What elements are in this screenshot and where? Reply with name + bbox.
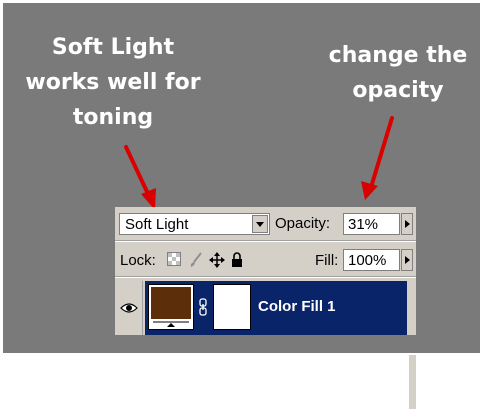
layers-panel: Soft Light Opacity: 31% Lock: Fill: 100%…: [115, 207, 416, 409]
layer-selected-body[interactable]: Color Fill 1: [145, 281, 407, 335]
lock-move-icon[interactable]: [209, 252, 225, 268]
visibility-toggle[interactable]: [115, 281, 143, 335]
lock-paint-icon[interactable]: [189, 252, 205, 268]
right-arrow: [361, 116, 394, 200]
layer-name[interactable]: Color Fill 1: [258, 298, 336, 315]
fill-label: Fill:: [315, 252, 339, 269]
layer-mask-thumbnail[interactable]: [213, 284, 251, 330]
blend-mode-value: Soft Light: [125, 216, 189, 233]
fill-value: 100%: [348, 252, 387, 269]
lock-all-icon[interactable]: [231, 252, 247, 268]
panel-edge: [409, 355, 416, 409]
opacity-value: 31%: [348, 216, 379, 233]
color-swatch: [151, 287, 191, 319]
fill-input[interactable]: 100%: [343, 249, 400, 271]
lock-fill-row: Lock: Fill: 100%: [115, 243, 416, 279]
lock-transparency-icon[interactable]: [167, 252, 183, 268]
opacity-label: Opacity:: [275, 215, 331, 232]
blend-opacity-row: Soft Light Opacity: 31%: [115, 207, 416, 243]
lock-label: Lock:: [120, 252, 156, 269]
fill-layer-thumbnail[interactable]: [148, 284, 194, 330]
slider-arrow-icon[interactable]: [401, 213, 413, 235]
layer-row[interactable]: Color Fill 1: [115, 281, 416, 409]
left-arrow: [124, 145, 156, 210]
opacity-input[interactable]: 31%: [343, 213, 400, 235]
dropdown-arrow-icon[interactable]: [252, 215, 268, 233]
link-icon[interactable]: [198, 298, 208, 316]
tutorial-screenshot: Soft Light works well for toning change …: [0, 0, 483, 409]
divider: [115, 241, 416, 242]
slider-arrow-icon[interactable]: [401, 249, 413, 271]
blend-mode-dropdown[interactable]: Soft Light: [119, 213, 270, 235]
eye-icon[interactable]: [115, 281, 143, 335]
adjustment-indicator-icon: [153, 321, 189, 327]
divider: [115, 277, 416, 278]
